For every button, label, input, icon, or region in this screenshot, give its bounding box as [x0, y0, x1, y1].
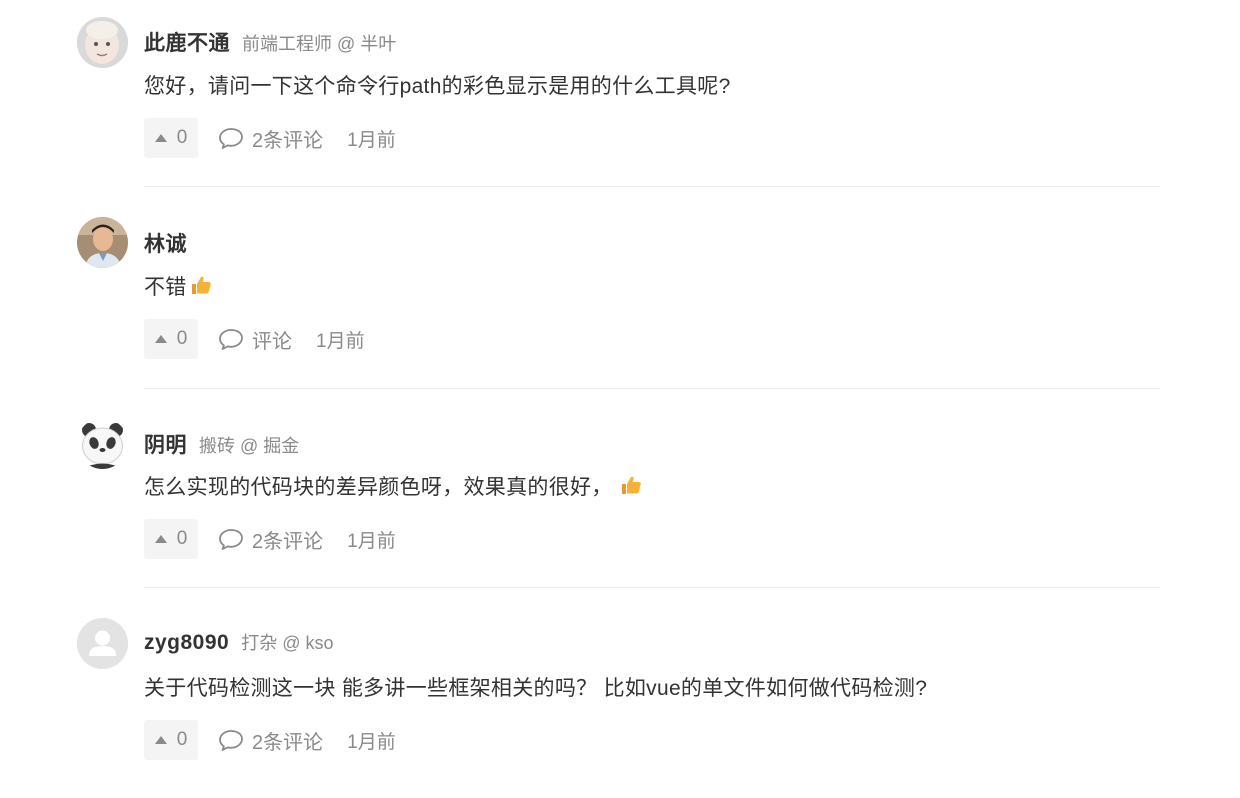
comment-count-label: 2条评论 [252, 530, 324, 553]
like-count: 0 [176, 528, 188, 549]
comment-bubble-icon [219, 128, 243, 149]
like-button[interactable]: 0 [144, 519, 198, 559]
username[interactable]: 阴明 [144, 429, 187, 459]
reply-comment-button[interactable]: 2条评论 [218, 525, 323, 554]
avatar[interactable] [77, 418, 128, 469]
comment-count-label: 2条评论 [252, 129, 324, 152]
timestamp: 1月前 [316, 330, 365, 352]
user-meta: 搬砖 @ 掘金 [199, 436, 300, 456]
username[interactable]: zyg8090 [144, 631, 229, 655]
comment-content: 怎么实现的代码块的差异颜色呀，效果真的很好， [144, 471, 643, 501]
avatar[interactable] [77, 17, 128, 68]
upvote-icon [154, 134, 167, 142]
reply-comment-button[interactable]: 2条评论 [218, 726, 323, 755]
timestamp: 1月前 [347, 731, 396, 753]
baby-photo-avatar [77, 17, 128, 68]
timestamp: 1月前 [347, 129, 396, 151]
comment-bubble-icon [219, 529, 243, 550]
user-meta: 前端工程师 @ 半叶 [242, 34, 397, 54]
comment-count-label: 评论 [252, 330, 292, 353]
reply-comment-button[interactable]: 2条评论 [218, 124, 323, 153]
man-photo-avatar [77, 217, 128, 268]
avatar[interactable] [77, 618, 128, 669]
username[interactable]: 此鹿不通 [144, 27, 230, 57]
reply-comment-button[interactable]: 评论 [218, 325, 292, 354]
comment-bubble-icon [219, 329, 243, 350]
upvote-icon [154, 535, 167, 543]
comment-count-label: 2条评论 [252, 731, 324, 754]
like-button[interactable]: 0 [144, 720, 198, 760]
upvote-icon [154, 736, 167, 744]
comment-content: 不错 [144, 271, 213, 301]
comment-text: 不错 [144, 276, 187, 299]
user-meta: 打杂 @ kso [241, 633, 334, 653]
divider [144, 186, 1160, 187]
like-count: 0 [176, 729, 188, 750]
divider [144, 587, 1160, 588]
like-count: 0 [176, 328, 188, 349]
timestamp: 1月前 [347, 530, 396, 552]
thumbs-up-icon [621, 476, 641, 494]
upvote-icon [154, 335, 167, 343]
default-user-avatar [77, 618, 128, 669]
thumbs-up-icon [191, 276, 211, 294]
panda-avatar [77, 418, 128, 469]
comment-content: 关于代码检测这一块 能多讲一些框架相关的吗？ 比如vue的单文件如何做代码检测? [144, 677, 928, 700]
comment-content: 您好，请问一下这个命令行path的彩色显示是用的什么工具呢? [144, 75, 731, 98]
like-button[interactable]: 0 [144, 118, 198, 158]
divider [144, 388, 1160, 389]
comment-text: 怎么实现的代码块的差异颜色呀，效果真的很好， [144, 476, 613, 499]
avatar[interactable] [77, 217, 128, 268]
like-count: 0 [176, 127, 188, 148]
like-button[interactable]: 0 [144, 319, 198, 359]
username[interactable]: 林诚 [144, 228, 187, 258]
comment-bubble-icon [219, 730, 243, 751]
